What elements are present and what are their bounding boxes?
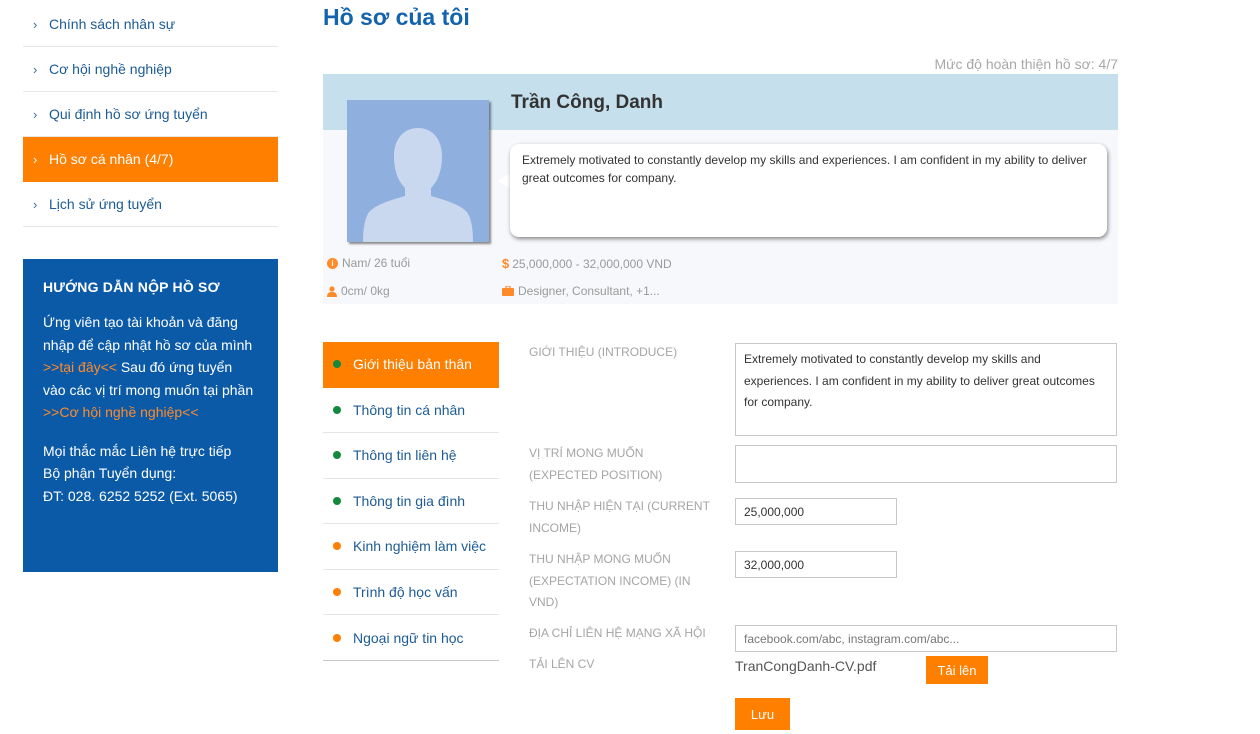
nav-item-hr-policy[interactable]: › Chính sách nhân sự	[23, 2, 278, 47]
nav-item-application-rules[interactable]: › Qui định hồ sơ ứng tuyển	[23, 92, 278, 137]
height-weight-text: 0cm/ 0kg	[341, 284, 390, 298]
gender-age: i Nam/ 26 tuổi	[327, 256, 410, 270]
current-income-label: THU NHẬP HIỆN TẠI (CURRENT INCOME)	[529, 499, 710, 535]
profile-completion: Mức độ hoàn thiện hồ sơ: 4/7	[934, 56, 1118, 72]
tab-contact-info[interactable]: Thông tin liên hệ	[323, 433, 499, 479]
guide-instructions: Ứng viên tạo tài khoản và đăng nhập để c…	[43, 311, 258, 424]
career-opportunities-link[interactable]: >>Cơ hội nghề nghiệp<<	[43, 404, 199, 420]
profile-bio: Extremely motivated to constantly develo…	[510, 144, 1107, 237]
tab-languages-it[interactable]: Ngoại ngữ tin học	[323, 615, 499, 661]
tab-label: Ngoại ngữ tin học	[353, 629, 464, 646]
desired-positions-text: Designer, Consultant, +1...	[518, 284, 660, 298]
tab-label: Giới thiệu bản thân	[353, 356, 472, 373]
contact-phone: ĐT: 028. 6252 5252 (Ext. 5065)	[43, 487, 238, 504]
profile-name: Trần Công, Danh	[511, 92, 663, 113]
tab-introduction[interactable]: Giới thiệu bản thân	[323, 342, 499, 388]
user-icon	[327, 285, 337, 297]
left-nav: › Chính sách nhân sự › Cơ hội nghề nghiệ…	[23, 2, 278, 227]
chevron-right-icon: ›	[33, 196, 38, 212]
expected-income-input[interactable]	[735, 551, 897, 578]
expected-position-input[interactable]	[735, 445, 1117, 483]
salary-range-text: 25,000,000 - 32,000,000 VND	[512, 256, 672, 271]
tab-label: Thông tin liên hệ	[353, 447, 457, 464]
signup-link[interactable]: >>tại đây<<	[43, 359, 117, 375]
save-button[interactable]: Lưu	[735, 698, 790, 730]
status-dot-complete	[333, 405, 341, 414]
bubble-tail	[497, 174, 510, 188]
dollar-icon: $	[502, 256, 510, 271]
nav-item-label: Cơ hội nghề nghiệp	[49, 61, 172, 77]
social-address-label: ĐỊA CHỈ LIÊN HỆ MẠNG XÃ HỘI	[529, 626, 706, 640]
status-dot-complete	[333, 496, 341, 505]
expected-income-label: THU NHẬP MONG MUỐN (EXPECTATION INCOME) …	[529, 552, 691, 609]
status-dot-incomplete	[333, 542, 341, 551]
profile-card: Trần Công, Danh Extremely motivated to c…	[323, 74, 1118, 304]
tab-label: Trình độ học vấn	[353, 583, 458, 600]
current-income-input[interactable]	[735, 498, 897, 525]
status-dot-complete	[333, 360, 341, 369]
height-weight: 0cm/ 0kg	[327, 284, 390, 298]
chevron-right-icon: ›	[33, 106, 38, 122]
chevron-right-icon: ›	[33, 16, 38, 32]
tabs-divider	[323, 660, 499, 661]
briefcase-icon	[502, 286, 514, 296]
social-address-input[interactable]	[735, 625, 1117, 652]
intro-textarea[interactable]	[735, 343, 1117, 436]
guide-text: Bộ phận Tuyển dụng:	[43, 465, 177, 481]
tab-family-info[interactable]: Thông tin gia đình	[323, 479, 499, 524]
nav-item-career-opportunities[interactable]: › Cơ hội nghề nghiệp	[23, 47, 278, 92]
application-guide-box: HƯỚNG DẪN NỘP HỒ SƠ Ứng viên tạo tài kho…	[23, 259, 278, 572]
chevron-right-icon: ›	[33, 61, 38, 77]
guide-title: HƯỚNG DẪN NỘP HỒ SƠ	[43, 279, 220, 295]
profile-section-tabs: Giới thiệu bản thân Thông tin cá nhân Th…	[323, 342, 499, 661]
chevron-right-icon: ›	[33, 151, 38, 167]
avatar[interactable]	[347, 100, 489, 242]
info-icon: i	[327, 257, 338, 269]
tab-work-experience[interactable]: Kinh nghiệm làm việc	[323, 524, 499, 570]
nav-item-personal-profile[interactable]: › Hồ sơ cá nhân (4/7)	[23, 137, 278, 182]
intro-label: GIỚI THIỆU (INTRODUCE)	[529, 345, 678, 359]
upload-button[interactable]: Tải lên	[926, 656, 988, 684]
status-dot-complete	[333, 451, 341, 460]
page-title: Hồ sơ của tôi	[323, 4, 470, 30]
guide-text: Mọi thắc mắc Liên hệ trực tiếp	[43, 442, 232, 459]
tab-education[interactable]: Trình độ học vấn	[323, 570, 499, 615]
nav-item-label: Hồ sơ cá nhân (4/7)	[49, 151, 174, 167]
nav-item-label: Qui định hồ sơ ứng tuyển	[49, 106, 208, 122]
nav-item-label: Lịch sử ứng tuyển	[49, 196, 162, 212]
status-dot-incomplete	[333, 587, 341, 596]
nav-item-label: Chính sách nhân sự	[49, 16, 176, 32]
tab-label: Kinh nghiệm làm việc	[353, 538, 487, 555]
cv-upload-label: TẢI LÊN CV	[529, 657, 595, 671]
tab-label: Thông tin cá nhân	[353, 401, 466, 418]
tab-label: Thông tin gia đình	[353, 492, 466, 509]
nav-item-application-history[interactable]: › Lịch sử ứng tuyển	[23, 182, 278, 227]
salary-range: $ 25,000,000 - 32,000,000 VND	[502, 256, 672, 271]
cv-filename: TranCongDanh-CV.pdf	[735, 658, 877, 674]
status-dot-incomplete	[333, 633, 341, 642]
gender-age-text: Nam/ 26 tuổi	[342, 256, 411, 270]
guide-text: Ứng viên tạo tài khoản và đăng nhập để c…	[43, 314, 253, 353]
guide-contact: Mọi thắc mắc Liên hệ trực tiếp Bộ phận T…	[43, 440, 258, 508]
user-silhouette-icon	[363, 128, 473, 242]
desired-positions: Designer, Consultant, +1...	[502, 284, 660, 298]
expected-position-label: VỊ TRÍ MONG MUỐN (EXPECTED POSITION)	[529, 446, 663, 482]
tab-personal-info[interactable]: Thông tin cá nhân	[323, 388, 499, 433]
